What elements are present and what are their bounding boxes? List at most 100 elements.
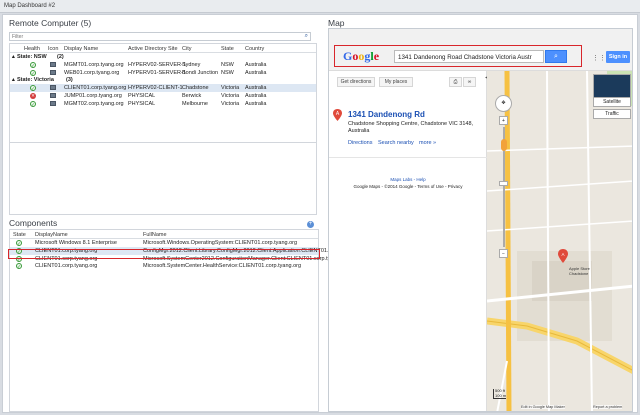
ad-site: PHYSICAL — [128, 100, 156, 107]
get-directions-button[interactable]: Get directions — [337, 77, 375, 87]
city: Chadstone — [182, 85, 209, 92]
city: Berwick — [182, 92, 202, 99]
health-ok-icon: ✓ — [16, 263, 22, 270]
col-displayname[interactable]: DisplayName — [35, 232, 68, 238]
remote-computer-grid: Health Icon Display Name Active Director… — [9, 43, 317, 143]
display-name: MGMT01.corp.tyang.org — [64, 61, 124, 68]
table-row[interactable]: ✓ WEB01.corp.tyang.org HYPERV01-SERVER-1… — [10, 69, 316, 77]
collapse-icon[interactable]: ▴ — [12, 54, 15, 60]
place-address-line2: Australia — [348, 128, 370, 134]
grid-header: Health Icon Display Name Active Director… — [10, 44, 316, 53]
zoom-slider-handle[interactable] — [499, 181, 508, 186]
marker-a-icon: A — [333, 109, 342, 121]
display-name: CLIENT01.corp.tyang.org — [64, 85, 127, 92]
search-highlight-box — [334, 45, 582, 67]
zoom-out-button[interactable]: − — [499, 249, 508, 258]
collapse-icon[interactable]: ▴ — [12, 77, 15, 83]
component-name: Microsoft Windows 8.1 Enterprise — [35, 240, 117, 246]
group-row-victoria[interactable]: ▴ State: Victoria (3) — [10, 76, 316, 84]
search-icon[interactable]: ⌕ — [305, 33, 308, 40]
component-row[interactable]: ✓ Microsoft Windows 8.1 Enterprise Micro… — [10, 239, 318, 247]
maps-labs-link[interactable]: Maps Labs - Help — [329, 177, 487, 182]
component-fullname: Microsoft.Windows.OperatingSystem:CLIENT… — [143, 240, 298, 246]
col-ad-site[interactable]: Active Directory Site — [128, 46, 178, 52]
display-name: WEB01.corp.tyang.org — [64, 69, 120, 76]
display-name: JUMP01.corp.tyang.org — [64, 92, 122, 99]
svg-text:A: A — [561, 252, 564, 257]
computer-icon — [50, 69, 56, 75]
components-header: State DisplayName FullName — [10, 230, 318, 239]
sign-in-button[interactable]: Sign in — [606, 51, 630, 63]
search-nearby-link[interactable]: Search nearby — [378, 140, 414, 146]
print-icon[interactable]: ⎙ — [449, 77, 462, 87]
col-state[interactable]: State — [221, 46, 234, 52]
map-footer: Google Maps - ©2014 Google - Terms of Us… — [353, 184, 463, 189]
place-address-line1: Chadstone Shopping Centre, Chadstone VIC… — [348, 121, 474, 127]
city: Bondi Junction — [182, 69, 219, 76]
map-scale: 500 ft 100 m — [493, 388, 507, 399]
table-row[interactable]: ✓ MGMT01.corp.tyang.org HYPERV02-SERVER-… — [10, 61, 316, 69]
component-row[interactable]: ✓ CLIENT01.corp.tyang.org Microsoft.Syst… — [10, 262, 318, 270]
apps-grid-icon[interactable]: ⋮⋮⋮ — [592, 54, 613, 62]
city: Melbourne — [182, 100, 208, 107]
traffic-button[interactable]: Traffic — [593, 109, 631, 119]
col-country[interactable]: Country — [245, 46, 264, 52]
my-places-button[interactable]: My places — [379, 77, 413, 87]
link-icon[interactable]: ∞ — [463, 77, 476, 87]
satellite-button[interactable]: Satellite — [593, 97, 631, 107]
state: Victoria — [221, 92, 240, 99]
ad-site: PHYSICAL — [128, 92, 156, 99]
state: Victoria — [221, 100, 240, 107]
col-state[interactable]: State — [13, 232, 26, 238]
map-side-panel: Get directions My places ⎙ ∞ A 1341 Dand… — [329, 71, 487, 411]
computer-icon — [50, 92, 56, 98]
health-ok-icon: ✓ — [30, 100, 36, 107]
group-count: (2) — [57, 54, 64, 60]
directions-link[interactable]: Directions — [348, 140, 372, 146]
remote-computer-title: Remote Computer (5) — [9, 18, 92, 28]
edit-map-maker-link[interactable]: Edit in Google Map Maker — [521, 405, 565, 409]
table-row[interactable]: ✕ JUMP01.corp.tyang.org PHYSICAL Berwick… — [10, 92, 316, 100]
group-label: State: Victoria — [17, 77, 54, 84]
state: NSW — [221, 61, 234, 68]
zoom-in-button[interactable]: + — [499, 116, 508, 125]
country: Australia — [245, 85, 267, 92]
group-row-nsw[interactable]: ▴ State: NSW (2) — [10, 53, 316, 61]
state: NSW — [221, 69, 234, 76]
col-fullname[interactable]: FullName — [143, 232, 167, 238]
map-view[interactable]: Google 1341 Dandenong Road Chadstone Vic… — [328, 28, 633, 412]
filter-box[interactable]: ⌕ — [9, 32, 311, 41]
filter-input[interactable] — [10, 33, 290, 40]
group-label: State: NSW — [17, 54, 47, 60]
add-icon[interactable]: + — [307, 221, 314, 228]
col-icon[interactable]: Icon — [48, 46, 58, 52]
col-city[interactable]: City — [182, 46, 191, 52]
more-link[interactable]: more » — [419, 140, 436, 146]
pan-control-icon[interactable]: ✥ — [495, 95, 512, 112]
window-title: Map Dashboard #2 — [0, 0, 640, 13]
components-title: Components — [9, 218, 58, 228]
display-name: MGMT02.corp.tyang.org — [64, 100, 124, 107]
country: Australia — [245, 100, 267, 107]
computer-icon — [50, 100, 56, 106]
dashboard-window: Remote Computer (5) ⌕ Health Icon Displa… — [2, 14, 638, 413]
country: Australia — [245, 61, 267, 68]
group-count: (3) — [66, 77, 73, 84]
city: Sydney — [182, 61, 201, 68]
map-title: Map — [328, 18, 345, 28]
ad-site: HYPERV02-SERVER-1 — [128, 61, 186, 68]
health-error-icon: ✕ — [30, 92, 36, 99]
col-health[interactable]: Health — [24, 46, 40, 52]
pegman-icon[interactable] — [501, 139, 507, 151]
component-name: CLIENT01.corp.tyang.org — [35, 263, 98, 270]
country: Australia — [245, 92, 267, 99]
report-problem-link[interactable]: Report a problem — [593, 405, 623, 409]
place-title[interactable]: 1341 Dandenong Rd — [348, 110, 425, 119]
map-canvas[interactable]: A ✥ + − Satellite Traffic Apple Store Ch… — [487, 71, 632, 411]
health-ok-icon: ✓ — [16, 240, 22, 246]
health-ok-icon: ✓ — [30, 61, 36, 68]
col-display-name[interactable]: Display Name — [64, 46, 98, 52]
table-row-selected[interactable]: ✓ CLIENT01.corp.tyang.org HYPERV02-CLIEN… — [10, 84, 316, 92]
table-row[interactable]: ✓ MGMT02.corp.tyang.org PHYSICAL Melbour… — [10, 100, 316, 108]
country: Australia — [245, 69, 267, 76]
